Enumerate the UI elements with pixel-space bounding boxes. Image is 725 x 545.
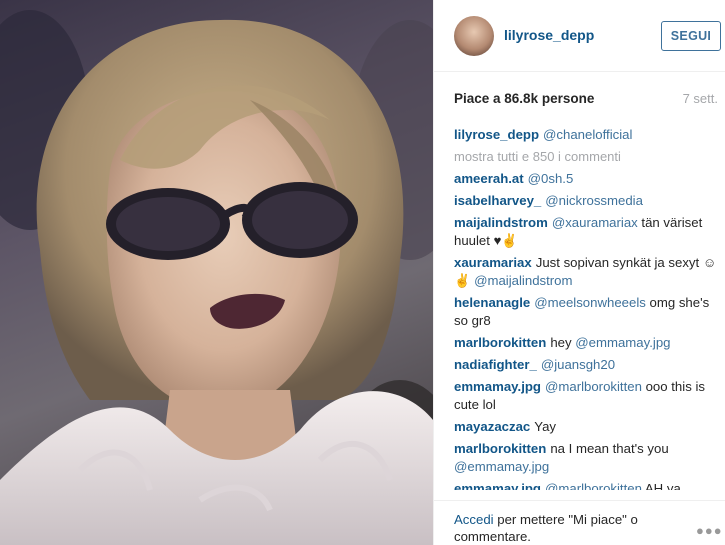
mention-link[interactable]: @marlborokitten bbox=[545, 481, 642, 490]
comments-list: lilyrose_depp @chanelofficial mostra tutti… bbox=[454, 126, 718, 490]
comment-item: marlborokitten na I mean that's you @emma… bbox=[454, 440, 718, 476]
likes-row: Piace a 86.8k persone 7 sett. bbox=[454, 91, 718, 109]
comment-item: helenanagle @meelsonwheeels omg she's so … bbox=[454, 294, 718, 330]
post-photo[interactable] bbox=[0, 0, 433, 545]
follow-button[interactable]: SEGUI bbox=[661, 21, 721, 51]
comment-username[interactable]: lilyrose_depp bbox=[454, 127, 539, 142]
login-prompt: Accedi per mettere "Mi piace" o commenta… bbox=[454, 511, 684, 545]
mention-link[interactable]: @emmamay.jpg bbox=[454, 459, 549, 474]
mention-link[interactable]: @xauramariax bbox=[552, 215, 638, 230]
comment-text: hey @emmamay.jpg bbox=[550, 335, 671, 350]
login-link[interactable]: Accedi bbox=[454, 512, 494, 527]
comment-item: nadiafighter_ @juansgh20 bbox=[454, 356, 718, 374]
post-header: lilyrose_depp SEGUI bbox=[434, 0, 725, 72]
post-username[interactable]: lilyrose_depp bbox=[504, 27, 594, 43]
comment-text: @juansgh20 bbox=[541, 357, 615, 372]
comment-username[interactable]: ameerah.at bbox=[454, 171, 524, 186]
comment-text: @marlborokitten AH ya bbox=[545, 481, 681, 490]
comment-username[interactable]: helenanagle bbox=[454, 295, 530, 310]
comment-text: @0sh.5 bbox=[528, 171, 574, 186]
more-options-icon[interactable]: ●●● bbox=[696, 523, 723, 538]
avatar[interactable] bbox=[454, 16, 494, 56]
comment-username[interactable]: mayazaczac bbox=[454, 419, 530, 434]
comment-item: maijalindstrom @xauramariax tän väriset h… bbox=[454, 214, 718, 250]
mention-link[interactable]: @marlborokitten bbox=[545, 379, 642, 394]
post-footer: Accedi per mettere "Mi piace" o commenta… bbox=[434, 500, 725, 545]
comment-item: emmamay.jpg @marlborokitten ooo this is c… bbox=[454, 378, 718, 414]
mention-link[interactable]: @emmamay.jpg bbox=[575, 335, 670, 350]
post-time[interactable]: 7 sett. bbox=[683, 91, 718, 106]
mention-link[interactable]: @juansgh20 bbox=[541, 357, 615, 372]
mention-link[interactable]: @0sh.5 bbox=[528, 171, 574, 186]
comment-item: marlborokitten hey @emmamay.jpg bbox=[454, 334, 718, 352]
post-image bbox=[0, 10, 433, 545]
comment-username[interactable]: nadiafighter_ bbox=[454, 357, 537, 372]
comment-text: Yay bbox=[534, 419, 557, 434]
mention-link[interactable]: @meelsonwheeels bbox=[534, 295, 646, 310]
comment-item: xauramariax Just sopivan synkät ja sexyt … bbox=[454, 254, 718, 290]
likes-count[interactable]: Piace a 86.8k persone bbox=[454, 91, 594, 106]
show-all-comments-link[interactable]: mostra tutti e 850 i commenti bbox=[454, 148, 718, 166]
comment-text: @nickrossmedia bbox=[545, 193, 643, 208]
comment-item: lilyrose_depp @chanelofficial bbox=[454, 126, 718, 144]
comment-username[interactable]: emmamay.jpg bbox=[454, 481, 541, 490]
comment-item: emmamay.jpg @marlborokitten AH ya bbox=[454, 480, 718, 490]
comment-username[interactable]: xauramariax bbox=[454, 255, 532, 270]
comment-item: isabelharvey_ @nickrossmedia bbox=[454, 192, 718, 210]
comment-username[interactable]: marlborokitten bbox=[454, 441, 546, 456]
comment-text: @chanelofficial bbox=[543, 127, 632, 142]
mention-link[interactable]: @chanelofficial bbox=[543, 127, 632, 142]
comment-item: mayazaczac Yay bbox=[454, 418, 718, 436]
comment-username[interactable]: maijalindstrom bbox=[454, 215, 548, 230]
comment-item: ameerah.at @0sh.5 bbox=[454, 170, 718, 188]
comment-username[interactable]: marlborokitten bbox=[454, 335, 546, 350]
mention-link[interactable]: @nickrossmedia bbox=[545, 193, 643, 208]
post-side-panel: lilyrose_depp SEGUI Piace a 86.8k person… bbox=[433, 0, 725, 545]
comment-username[interactable]: emmamay.jpg bbox=[454, 379, 541, 394]
comment-username[interactable]: isabelharvey_ bbox=[454, 193, 541, 208]
mention-link[interactable]: @maijalindstrom bbox=[474, 273, 572, 288]
